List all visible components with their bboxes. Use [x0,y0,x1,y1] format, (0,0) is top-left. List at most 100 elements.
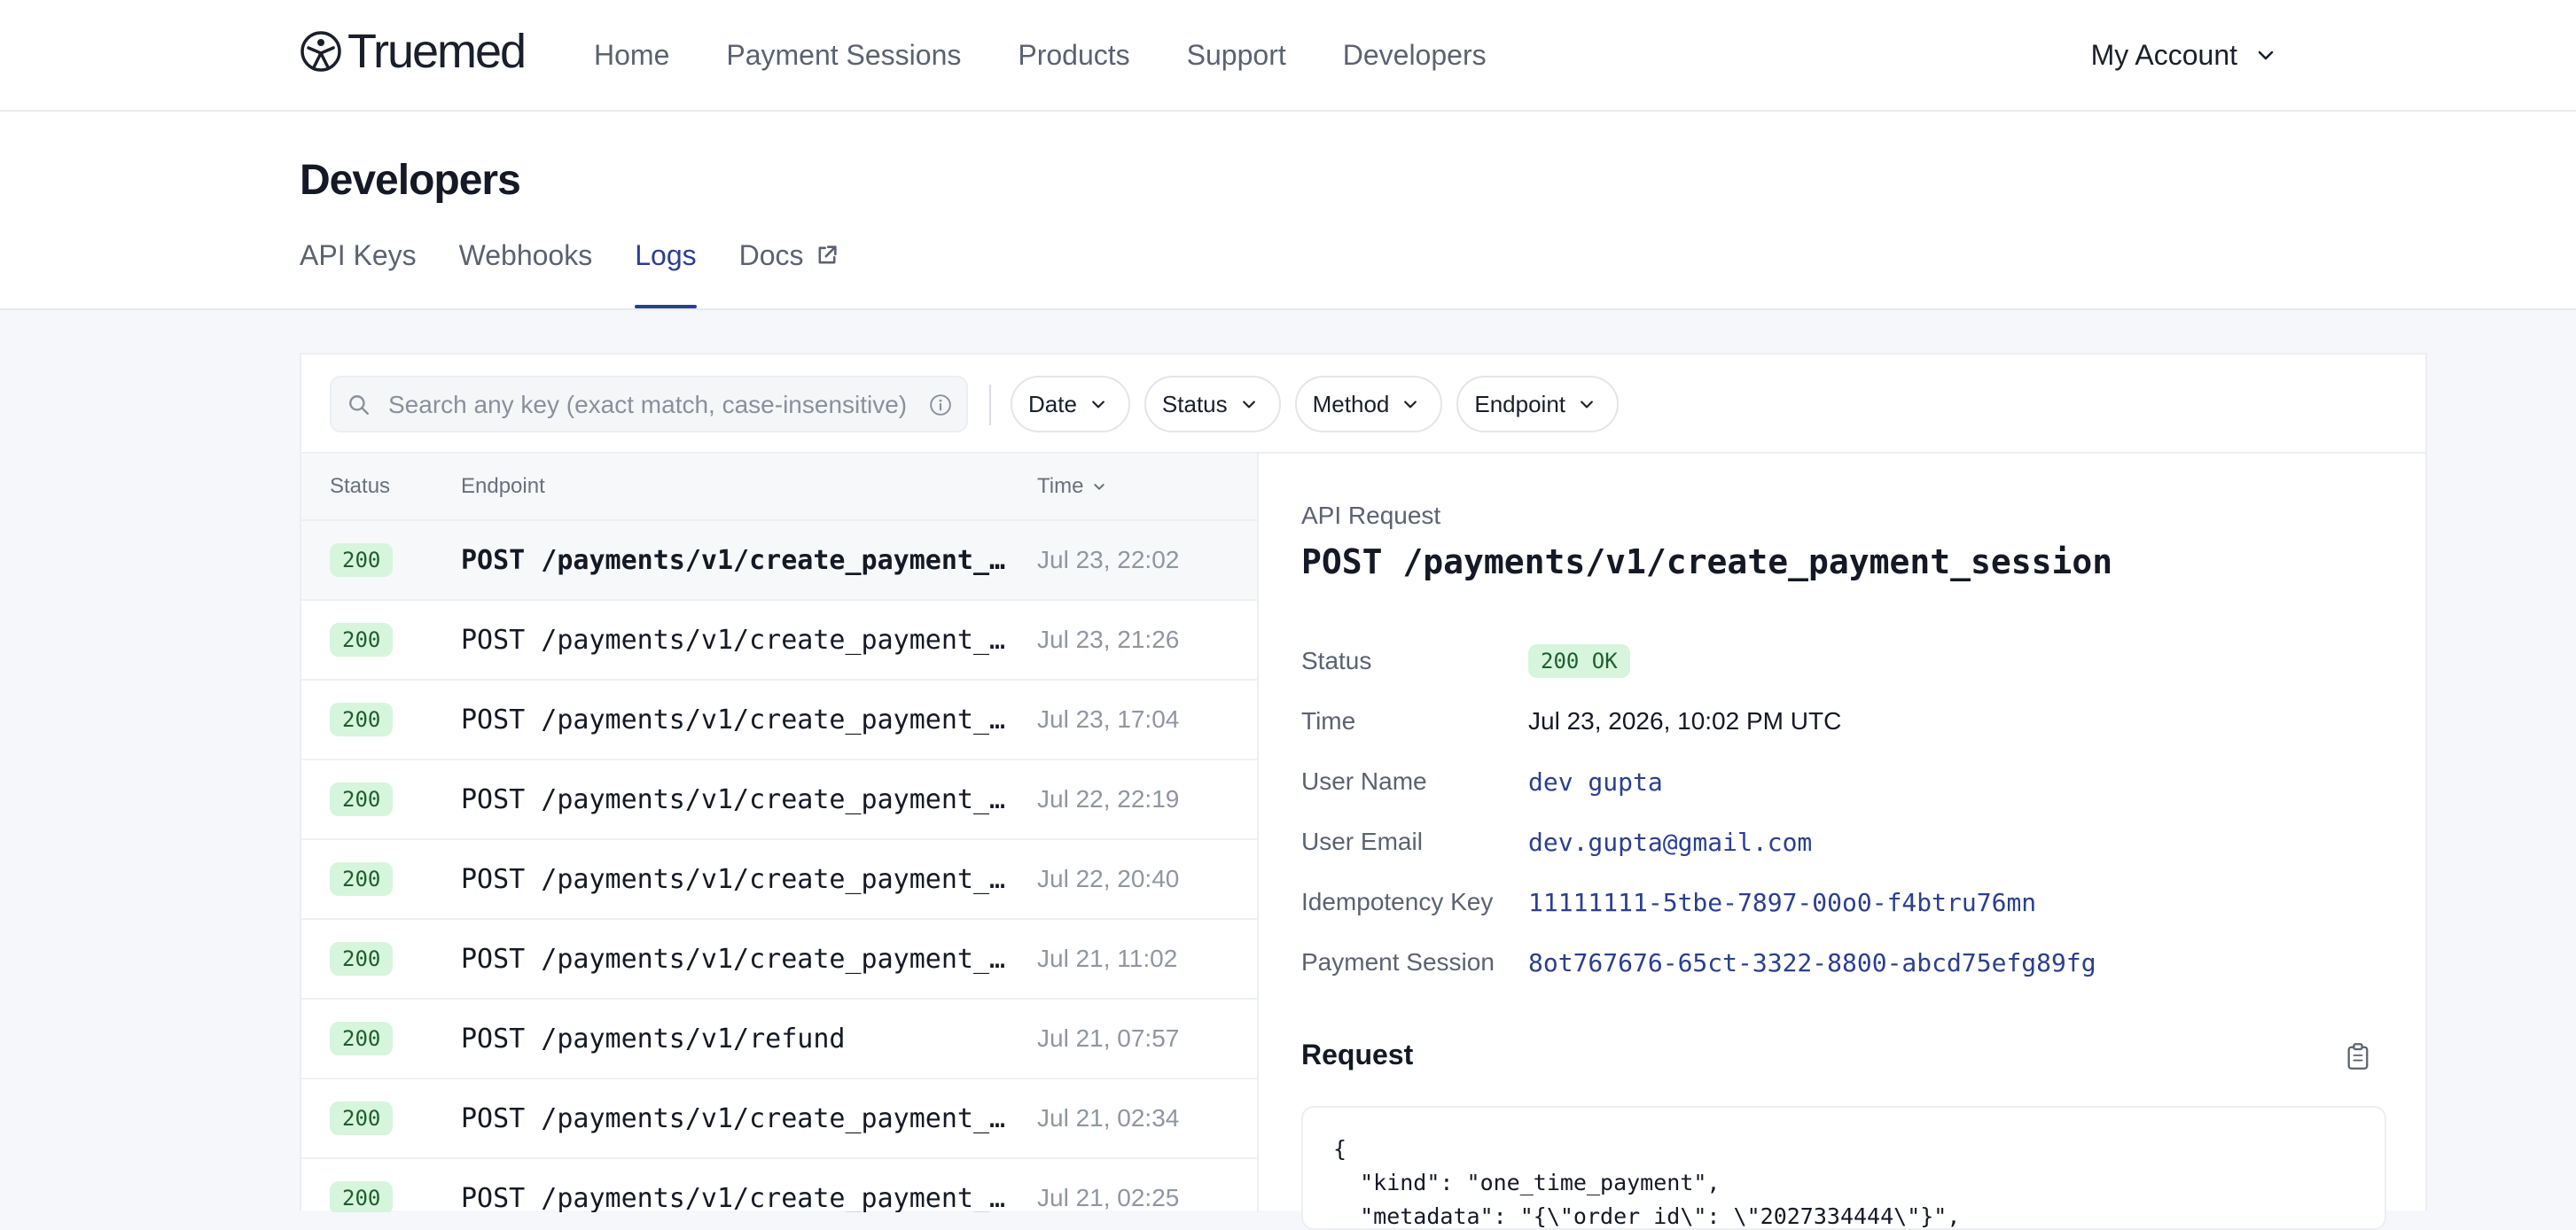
endpoint-cell: POST /payments/v1/create_payment_session [461,783,1037,815]
user-name-link[interactable]: dev gupta [1528,767,1663,797]
payment-session-link[interactable]: 8ot767676-65ct-3322-8800-abcd75efg89fg [1528,948,2096,977]
status-cell: 200 [301,543,461,577]
status-ok-badge: 200 OK [1528,644,1630,678]
tab-docs[interactable]: Docs [739,236,839,308]
chevron-down-icon [1581,401,1593,409]
status-cell: 200 [301,782,461,816]
tab-api-keys[interactable]: API Keys [300,236,417,308]
tab-logs-label: Logs [635,239,697,271]
info-icon[interactable] [929,393,952,416]
user-name-key: User Name [1301,767,1427,795]
endpoint-cell: POST /payments/v1/create_payment_session [461,943,1037,975]
search-box [330,376,968,432]
time-cell: Jul 23, 21:26 [1037,626,1180,653]
table-row[interactable]: 200 POST /payments/v1/create_payment_ses… [301,1079,1257,1159]
top-navbar: Truemed Home Payment Sessions Products S… [0,0,2576,112]
status-cell: 200 [301,1102,461,1135]
nav-item-support[interactable]: Support [1187,35,1286,74]
status-badge: 200 [330,782,394,816]
table-row[interactable]: 200 POST /payments/v1/create_payment_ses… [301,681,1257,760]
clipboard-icon[interactable] [2346,1042,2370,1070]
table-row[interactable]: 200 POST /payments/v1/create_payment_ses… [301,601,1257,681]
request-section-title: Request [1301,1039,1414,1070]
nav-item-home[interactable]: Home [594,35,669,74]
time-cell: Jul 21, 02:34 [1037,1104,1180,1132]
user-email-key: User Email [1301,828,1423,855]
table-row[interactable]: 200 POST /payments/v1/create_payment_ses… [301,920,1257,1000]
table-row[interactable]: 200 POST /payments/v1/create_payment_ses… [301,760,1257,840]
endpoint-cell: POST /payments/v1/create_payment_session [461,1182,1037,1213]
status-cell: 200 [301,1022,461,1055]
endpoint-filter-button[interactable]: Endpoint [1456,376,1620,432]
endpoint-cell: POST /payments/v1/create_payment_session [461,863,1037,895]
main-nav: Home Payment Sessions Products Support D… [594,35,1487,74]
user-email-link[interactable]: dev.gupta@gmail.com [1528,828,1812,857]
status-badge: 200 [330,862,394,896]
idempotency-key-value[interactable]: 11111111-5tbe-7897-00o0-f4btru76mn [1528,888,2036,917]
tab-api-keys-label: API Keys [300,239,417,271]
tab-webhooks-label: Webhooks [458,239,593,271]
status-badge: 200 [330,1022,394,1055]
chevron-down-icon [1092,401,1105,409]
table-row[interactable]: 200 POST /payments/v1/create_payment_ses… [301,1159,1257,1212]
time-value: Jul 23, 2026, 10:02 PM UTC [1528,707,1842,735]
method-filter-button[interactable]: Method [1294,376,1443,432]
table-row[interactable]: 200 POST /payments/v1/create_payment_ses… [301,840,1257,920]
chevron-down-icon [1404,401,1417,409]
filter-buttons: Date Status Method Endpoint [1011,376,1620,432]
nav-item-payment-sessions[interactable]: Payment Sessions [726,35,961,74]
status-badge: 200 [330,1102,394,1135]
my-account-menu[interactable]: My Account [2091,35,2276,74]
brand-name: Truemed [347,25,527,78]
time-cell: Jul 21, 02:25 [1037,1184,1180,1211]
sort-chevron-icon [1094,484,1105,490]
time-cell: Jul 21, 07:57 [1037,1024,1180,1052]
status-cell: 200 [301,862,461,896]
endpoint-cell: POST /payments/v1/refund [461,1023,846,1055]
date-filter-button[interactable]: Date [1011,376,1130,432]
request-body-code: { "kind": "one_time_payment", "metadata"… [1301,1106,2386,1230]
truemed-logo-icon [301,31,341,72]
endpoint-filter-label: Endpoint [1474,390,1566,417]
nav-item-products[interactable]: Products [1018,35,1129,74]
tab-logs[interactable]: Logs [635,236,698,308]
filter-bar: Date Status Method Endpoint [301,354,2425,454]
time-key: Time [1301,707,1356,735]
page-header: Developers API Keys Webhooks Logs Docs [0,112,2576,310]
date-filter-label: Date [1028,390,1077,417]
time-cell: Jul 23, 22:02 [1037,546,1180,573]
status-cell: 200 [301,623,461,657]
endpoint-cell: POST /payments/v1/create_payment_session [461,544,1037,576]
external-link-icon [818,245,837,264]
status-badge: 200 [330,703,394,736]
logs-panel: Date Status Method Endpoint Status Endpo… [300,353,2427,1230]
chevron-down-icon [1242,401,1255,409]
status-badge: 200 [330,623,394,657]
idempotency-key-field: Idempotency Key 11111111-5tbe-7897-00o0-… [1301,881,2365,923]
time-field: Time Jul 23, 2026, 10:02 PM UTC [1301,700,2365,743]
user-email-field: User Email dev.gupta@gmail.com [1301,821,2365,863]
tab-webhooks[interactable]: Webhooks [459,236,593,308]
endpoint-cell: POST /payments/v1/create_payment_session [461,704,1037,736]
status-cell: 200 [301,1181,461,1212]
chevron-down-icon [2258,51,2274,60]
payment-session-key: Payment Session [1301,948,1495,976]
request-detail-pane: API Request POST /payments/v1/create_pay… [1301,454,2400,1230]
status-badge: 200 [330,543,394,577]
developer-tabs: API Keys Webhooks Logs Docs [300,236,839,308]
table-row[interactable]: 200 POST /payments/v1/refund Jul 21, 07:… [301,1000,1257,1079]
status-cell: 200 [301,942,461,976]
status-filter-label: Status [1161,390,1228,417]
search-icon [349,395,369,415]
request-type-label: API Request [1301,502,1441,529]
table-header: Status Endpoint Time [301,454,1257,521]
status-field: Status 200 OK [1301,640,2365,682]
time-column-header[interactable]: Time [1037,474,1241,499]
truemed-logo[interactable]: Truemed [300,25,527,78]
search-input[interactable] [386,378,913,432]
idempotency-key-key: Idempotency Key [1301,888,1494,915]
endpoint-column-header: Endpoint [461,474,545,498]
table-row[interactable]: 200 POST /payments/v1/create_payment_ses… [301,521,1257,601]
status-filter-button[interactable]: Status [1144,376,1281,432]
nav-item-developers[interactable]: Developers [1343,35,1487,74]
